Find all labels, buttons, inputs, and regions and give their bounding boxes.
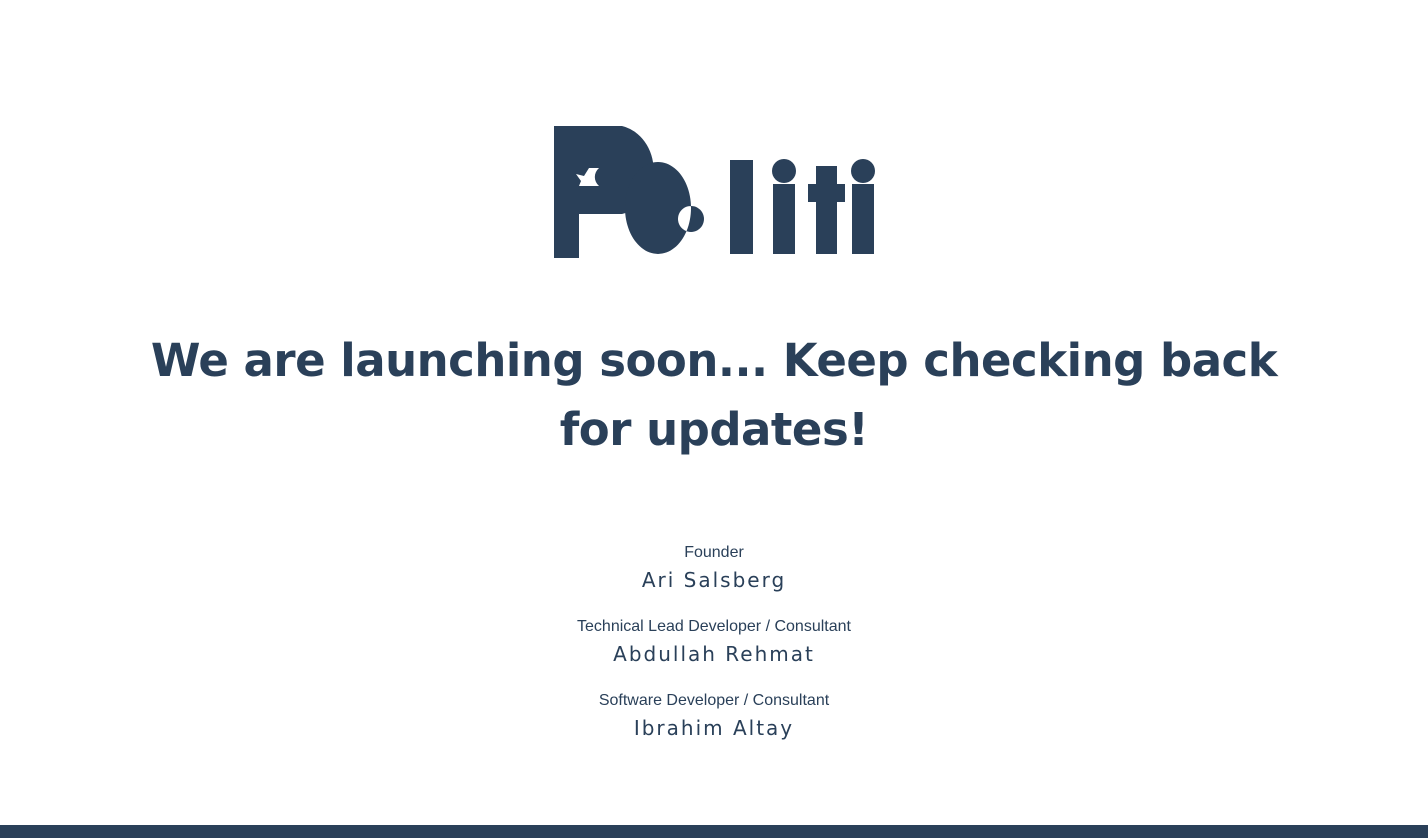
launch-headline: We are launching soon... Keep checking b… [150, 334, 1278, 456]
team-member-technical-lead: Technical Lead Developer / Consultant Ab… [414, 617, 1014, 691]
politi-logo [554, 126, 878, 258]
team-member-name: Ibrahim Altay [633, 716, 795, 740]
team-member-founder: Founder Ari Salsberg [414, 543, 1014, 617]
team-member-role: Software Developer / Consultant [598, 692, 830, 709]
team-list: Founder Ari Salsberg Technical Lead Deve… [414, 543, 1014, 765]
footer-bar [0, 825, 1428, 838]
team-member-software-developer: Software Developer / Consultant Ibrahim … [414, 691, 1014, 765]
team-member-name: Abdullah Rehmat [613, 642, 815, 666]
team-member-name: Ari Salsberg [641, 568, 787, 592]
team-member-role: Technical Lead Developer / Consultant [577, 618, 851, 635]
team-member-role: Founder [684, 544, 744, 561]
